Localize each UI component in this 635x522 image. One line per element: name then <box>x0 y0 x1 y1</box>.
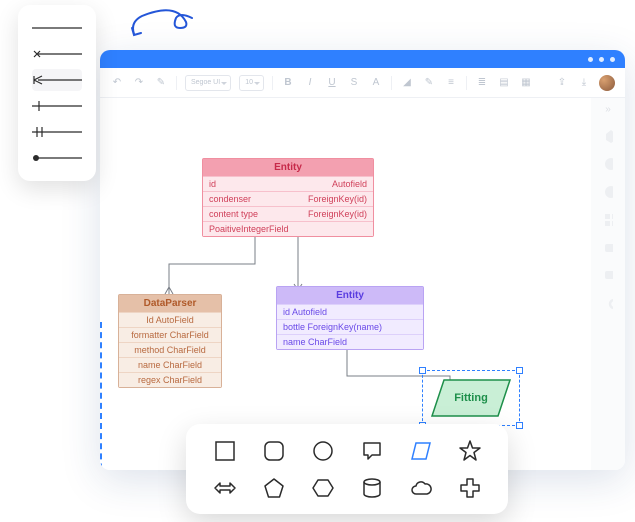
arrow-style-none[interactable] <box>32 17 82 39</box>
entity-purple[interactable]: Entity id Autofield bottle ForeignKey(na… <box>276 286 424 350</box>
shape-parallelogram[interactable] <box>408 438 434 464</box>
alignment-guide <box>100 322 102 470</box>
rail-comments-icon[interactable] <box>603 269 613 283</box>
annotation-arrow <box>126 4 206 44</box>
bold-icon[interactable]: B <box>281 76 295 90</box>
canvas[interactable]: » Entity idA <box>100 98 625 470</box>
italic-icon[interactable]: I <box>303 76 317 90</box>
arrow-style-palette <box>18 5 96 181</box>
fitting-shape[interactable]: Fitting <box>426 374 516 422</box>
line-color-icon[interactable]: ✎ <box>422 76 436 90</box>
arrow-style-x[interactable] <box>32 43 82 65</box>
window-close-icon[interactable] <box>610 57 615 62</box>
resize-handle[interactable] <box>516 367 523 374</box>
shape-square[interactable] <box>212 438 238 464</box>
shape-cylinder[interactable] <box>359 475 385 501</box>
arrow-style-bar-arrow[interactable] <box>32 69 82 91</box>
shape-rounded[interactable] <box>261 438 287 464</box>
underline-icon[interactable]: U <box>325 76 339 90</box>
rail-layers-icon[interactable] <box>603 241 613 255</box>
resize-handle[interactable] <box>516 422 523 429</box>
text-color-icon[interactable]: A <box>369 76 383 90</box>
arrow-style-dot[interactable] <box>32 147 82 169</box>
toolbar: ↶ ↷ ✎ Segoe UI 10 B I U S A ◢ ✎ ≡ ≣ ▤ ▦ … <box>100 68 625 98</box>
right-rail: » <box>591 98 625 470</box>
rail-settings-icon[interactable] <box>603 297 613 311</box>
shape-tray <box>186 424 508 514</box>
shape-cross[interactable] <box>457 475 483 501</box>
entity-title: DataParser <box>119 295 221 312</box>
entity-title: Entity <box>277 287 423 304</box>
strike-icon[interactable]: S <box>347 76 361 90</box>
distribute-icon[interactable]: ▤ <box>497 76 511 90</box>
fill-icon[interactable]: ◢ <box>400 76 414 90</box>
entity-title: Entity <box>203 159 373 176</box>
window-max-icon[interactable] <box>599 57 604 62</box>
rail-text-icon[interactable] <box>603 185 613 199</box>
fitting-label: Fitting <box>426 374 516 422</box>
entity-red[interactable]: Entity idAutofield condenserForeignKey(i… <box>202 158 374 237</box>
paint-icon[interactable]: ✎ <box>154 76 168 90</box>
shape-cloud[interactable] <box>408 475 434 501</box>
window-min-icon[interactable] <box>588 57 593 62</box>
shape-circle[interactable] <box>310 438 336 464</box>
font-size-select[interactable]: 10 <box>239 75 264 91</box>
arrange-icon[interactable]: ▦ <box>519 76 533 90</box>
arrow-style-cross[interactable] <box>32 95 82 117</box>
resize-handle[interactable] <box>419 367 426 374</box>
shape-pentagon[interactable] <box>261 475 287 501</box>
rail-shapes-icon[interactable] <box>603 129 613 143</box>
rail-collapse-icon[interactable]: » <box>605 104 611 115</box>
align-icon[interactable]: ≣ <box>475 76 489 90</box>
shape-speech[interactable] <box>359 438 385 464</box>
shape-hexagon[interactable] <box>310 475 336 501</box>
window-titlebar <box>100 50 625 68</box>
font-family-select[interactable]: Segoe UI <box>185 75 231 91</box>
shape-double-arrow[interactable] <box>212 475 238 501</box>
redo-icon[interactable]: ↷ <box>132 76 146 90</box>
share-icon[interactable]: ⇪ <box>555 76 569 90</box>
app-window: ↶ ↷ ✎ Segoe UI 10 B I U S A ◢ ✎ ≡ ≣ ▤ ▦ … <box>100 50 625 470</box>
arrow-style-double-cross[interactable] <box>32 121 82 143</box>
shape-star[interactable] <box>457 438 483 464</box>
export-icon[interactable]: ⤓ <box>577 76 591 90</box>
entity-brown[interactable]: DataParser Id AutoField formatter CharFi… <box>118 294 222 388</box>
line-style-icon[interactable]: ≡ <box>444 76 458 90</box>
undo-icon[interactable]: ↶ <box>110 76 124 90</box>
avatar[interactable] <box>599 75 615 91</box>
rail-grid-icon[interactable] <box>603 213 613 227</box>
rail-styles-icon[interactable] <box>603 157 613 171</box>
